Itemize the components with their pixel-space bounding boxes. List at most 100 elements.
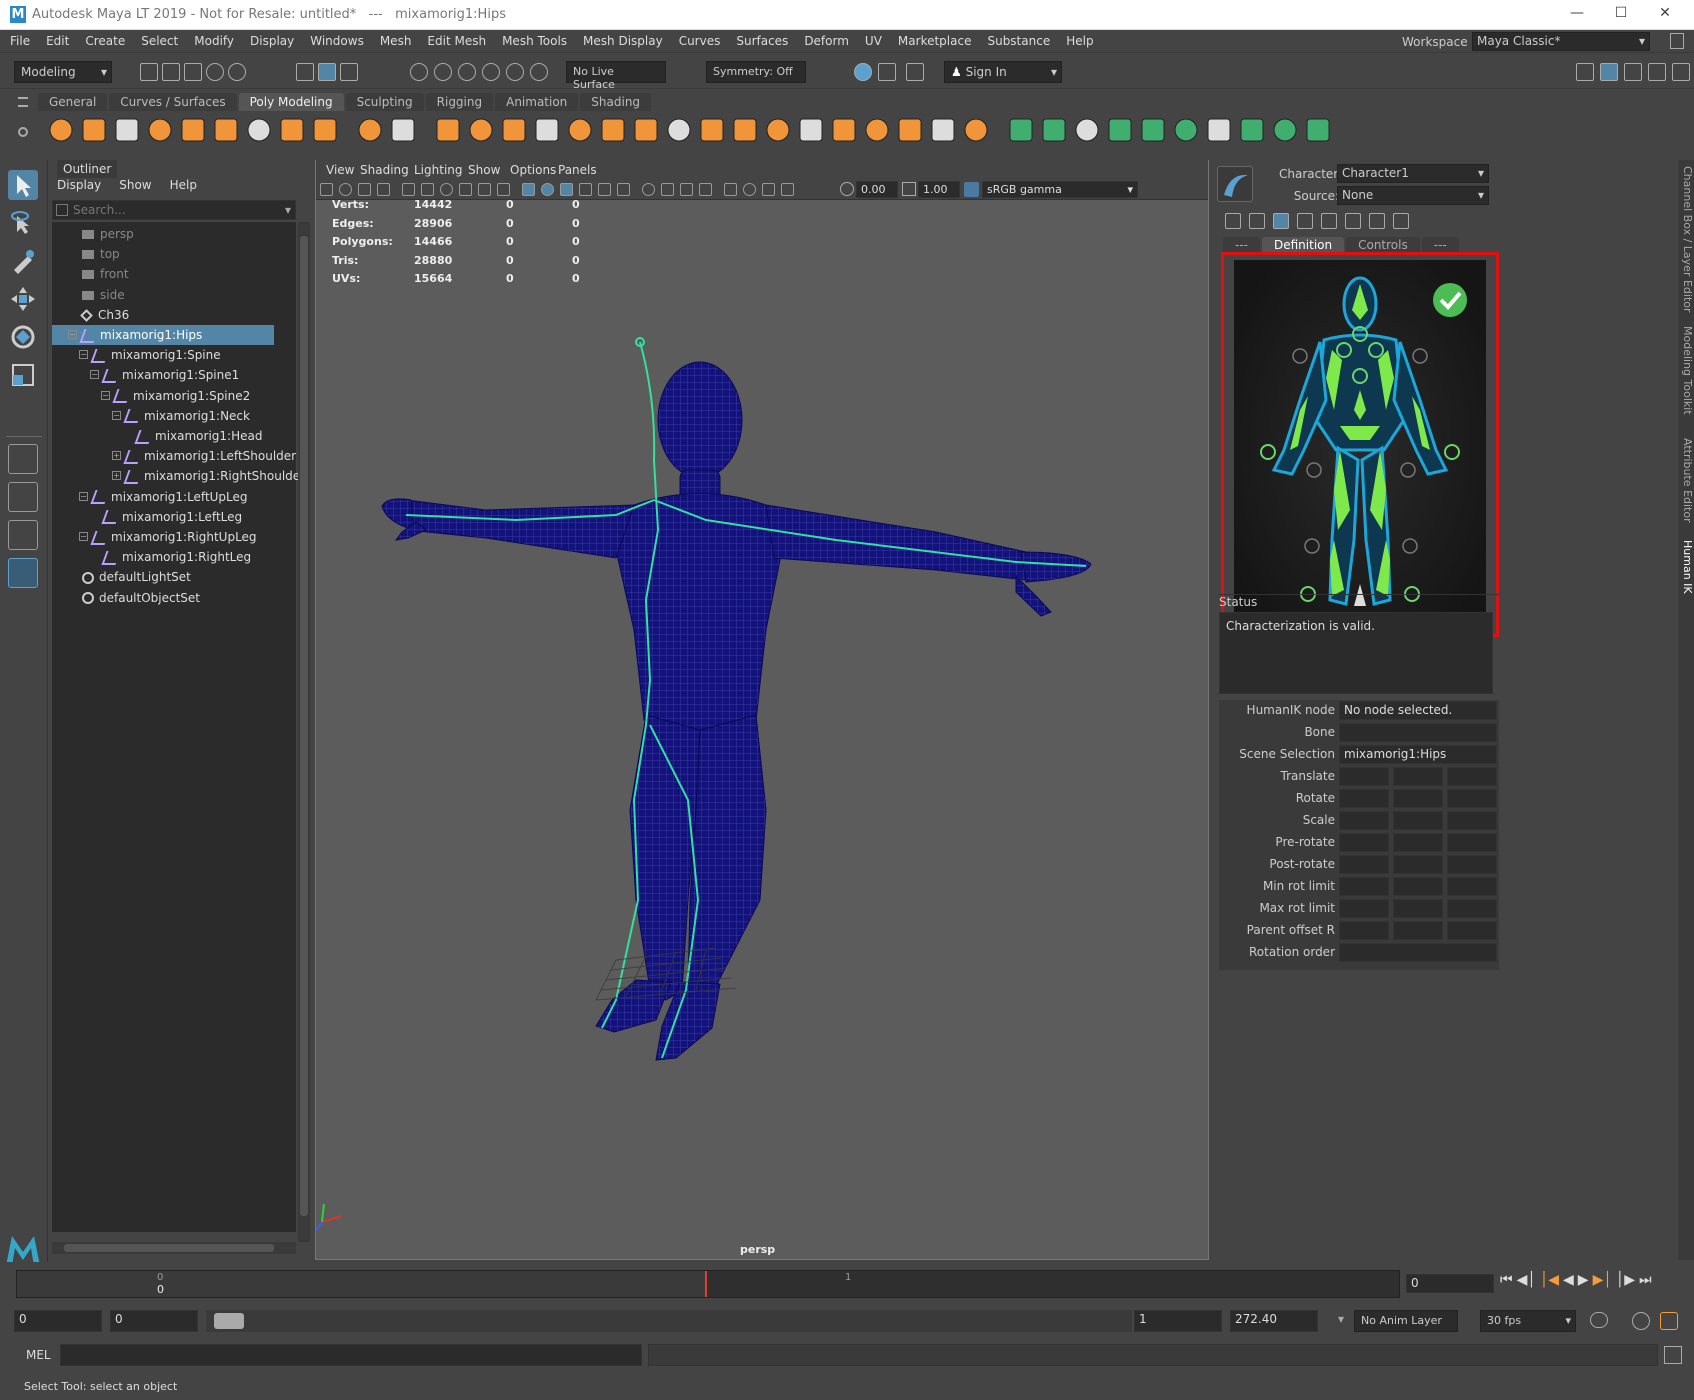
menu-help[interactable]: Help <box>1066 34 1093 48</box>
step-forward-frame-icon[interactable]: ▶│ <box>1593 1272 1612 1288</box>
snap-curve-icon[interactable] <box>434 63 452 81</box>
open-scene-icon[interactable] <box>162 63 180 81</box>
expand-toggle-icon[interactable]: + <box>112 451 121 461</box>
anim-layer-chevron-icon[interactable]: ▾ <box>1338 1312 1344 1326</box>
poly-disc-icon[interactable] <box>244 115 276 147</box>
property-vector-field[interactable] <box>1393 877 1443 896</box>
timeline-track[interactable]: 0 0 1 <box>16 1270 1400 1298</box>
platonic-solid-icon[interactable] <box>277 115 309 147</box>
anim-layer-dropdown[interactable]: No Anim Layer <box>1354 1310 1458 1332</box>
range-slider-track[interactable] <box>206 1310 1132 1332</box>
gamma-field[interactable]: 1.00 <box>918 181 960 198</box>
loop-icon[interactable] <box>1590 1312 1608 1328</box>
outliner-item[interactable]: − mixamorig1:Spine <box>52 345 282 365</box>
property-field[interactable] <box>1339 723 1497 742</box>
fps-dropdown[interactable]: 30 fps ▾ <box>1480 1310 1576 1332</box>
exposure-field[interactable]: 0.00 <box>856 181 898 198</box>
outliner-item[interactable]: − mixamorig1:Spine2 <box>52 386 282 406</box>
t-pose-icon[interactable] <box>1369 213 1385 229</box>
play-backward-icon[interactable]: ◀ <box>1563 1272 1574 1288</box>
uv-sew-icon[interactable] <box>1105 115 1137 147</box>
redo-icon[interactable] <box>228 63 246 81</box>
animation-prefs-icon[interactable] <box>1660 1312 1678 1330</box>
playback-end-field[interactable]: 1 <box>1134 1310 1222 1332</box>
property-vector-field[interactable] <box>1339 789 1389 808</box>
grid-icon[interactable] <box>402 183 415 196</box>
lock-character-icon[interactable] <box>1249 213 1265 229</box>
outliner-menu-display[interactable]: Display <box>57 178 101 192</box>
outliner-item[interactable]: − mixamorig1:Spine1 <box>52 365 282 385</box>
uv-automatic-icon[interactable] <box>1204 115 1236 147</box>
workspace-dropdown[interactable]: Maya Classic* ▾ <box>1472 32 1650 51</box>
menu-set-dropdown[interactable]: Modeling ▾ <box>14 61 112 83</box>
motion-blur-icon[interactable] <box>661 183 674 196</box>
property-field[interactable]: mixamorig1:Hips <box>1339 745 1497 764</box>
menu-windows[interactable]: Windows <box>310 34 364 48</box>
shadows-icon[interactable] <box>617 183 630 196</box>
playback-start-field[interactable]: 0 <box>110 1310 198 1332</box>
property-vector-field[interactable] <box>1447 767 1497 786</box>
outliner-item[interactable]: − mixamorig1:Neck <box>52 406 282 426</box>
menu-marketplace[interactable]: Marketplace <box>898 34 972 48</box>
uv-layout-icon[interactable] <box>1006 115 1038 147</box>
hik-tab-definition[interactable]: Definition <box>1262 237 1345 253</box>
smooth-icon[interactable] <box>532 115 564 147</box>
poly-sphere-icon[interactable] <box>46 115 78 147</box>
modeling-toolkit-icon[interactable] <box>1576 63 1594 81</box>
menu-display[interactable]: Display <box>250 34 294 48</box>
center-pivot-icon[interactable] <box>355 115 387 147</box>
shelf-tab-sculpting[interactable]: Sculpting <box>345 93 424 111</box>
lasso-tool-icon[interactable] <box>8 208 38 238</box>
symmetry-dropdown[interactable]: Symmetry: Off <box>706 61 806 83</box>
shelf-tab-curves-surfaces[interactable]: Curves / Surfaces <box>109 93 237 111</box>
rotate-tool-icon[interactable] <box>8 322 38 352</box>
characterization-map[interactable] <box>1234 260 1486 630</box>
character-wireframe-mesh[interactable] <box>316 200 1208 1258</box>
shelf-tab-rigging[interactable]: Rigging <box>425 93 494 111</box>
step-back-key-icon[interactable]: ◀│ <box>1517 1272 1536 1288</box>
property-vector-field[interactable] <box>1447 811 1497 830</box>
menu-uv[interactable]: UV <box>865 34 882 48</box>
property-vector-field[interactable] <box>1447 789 1497 808</box>
property-vector-field[interactable] <box>1393 767 1443 786</box>
multi-cut-icon[interactable] <box>862 115 894 147</box>
four-view-layout-icon[interactable] <box>8 482 38 512</box>
side-tab-channel-box-layer-editor[interactable]: Channel Box / Layer Editor <box>1676 166 1694 313</box>
property-vector-field[interactable] <box>1447 877 1497 896</box>
go-to-start-icon[interactable]: ⏮ <box>1500 1272 1513 1288</box>
xray-icon[interactable] <box>743 183 756 196</box>
expand-toggle-icon[interactable]: + <box>112 471 121 481</box>
isolate-select-icon[interactable] <box>724 183 737 196</box>
bookmark-icon[interactable] <box>358 183 371 196</box>
outliner-item[interactable]: mixamorig1:RightLeg <box>52 547 282 567</box>
select-object-icon[interactable] <box>318 63 336 81</box>
persp-outliner-layout-icon[interactable] <box>8 520 38 550</box>
mel-label[interactable]: MEL <box>26 1348 51 1362</box>
outliner-item[interactable]: − mixamorig1:Hips <box>52 325 274 345</box>
select-component-icon[interactable] <box>340 63 358 81</box>
close-button[interactable]: ✕ <box>1650 5 1680 21</box>
xray-joints-icon[interactable] <box>762 183 775 196</box>
expand-toggle-icon[interactable]: − <box>68 330 77 339</box>
outliner-item[interactable]: side <box>52 285 282 305</box>
extrude-icon[interactable] <box>631 115 663 147</box>
side-tab-human-ik[interactable]: Human IK <box>1676 540 1694 594</box>
settings-icon[interactable] <box>1672 63 1690 81</box>
snap-surface-icon[interactable] <box>506 63 524 81</box>
expand-toggle-icon[interactable]: − <box>112 410 121 420</box>
outliner-item[interactable]: Ch36 <box>52 305 282 325</box>
shelf-tab-general[interactable]: General <box>38 93 108 111</box>
wireframe-icon[interactable] <box>522 183 535 196</box>
viewport-menu-options[interactable]: Options <box>510 163 556 177</box>
menu-create[interactable]: Create <box>85 34 125 48</box>
bevel-icon[interactable] <box>664 115 696 147</box>
camera-select-icon[interactable] <box>320 183 333 196</box>
property-vector-field[interactable] <box>1339 833 1389 852</box>
load-skeleton-icon[interactable] <box>1297 213 1313 229</box>
snap-point-icon[interactable] <box>458 63 476 81</box>
mirror-icon[interactable] <box>829 115 861 147</box>
expand-toggle-icon[interactable]: − <box>79 350 88 360</box>
property-vector-field[interactable] <box>1447 833 1497 852</box>
humanik-logo-icon[interactable] <box>1217 166 1253 202</box>
menu-surfaces[interactable]: Surfaces <box>736 34 788 48</box>
